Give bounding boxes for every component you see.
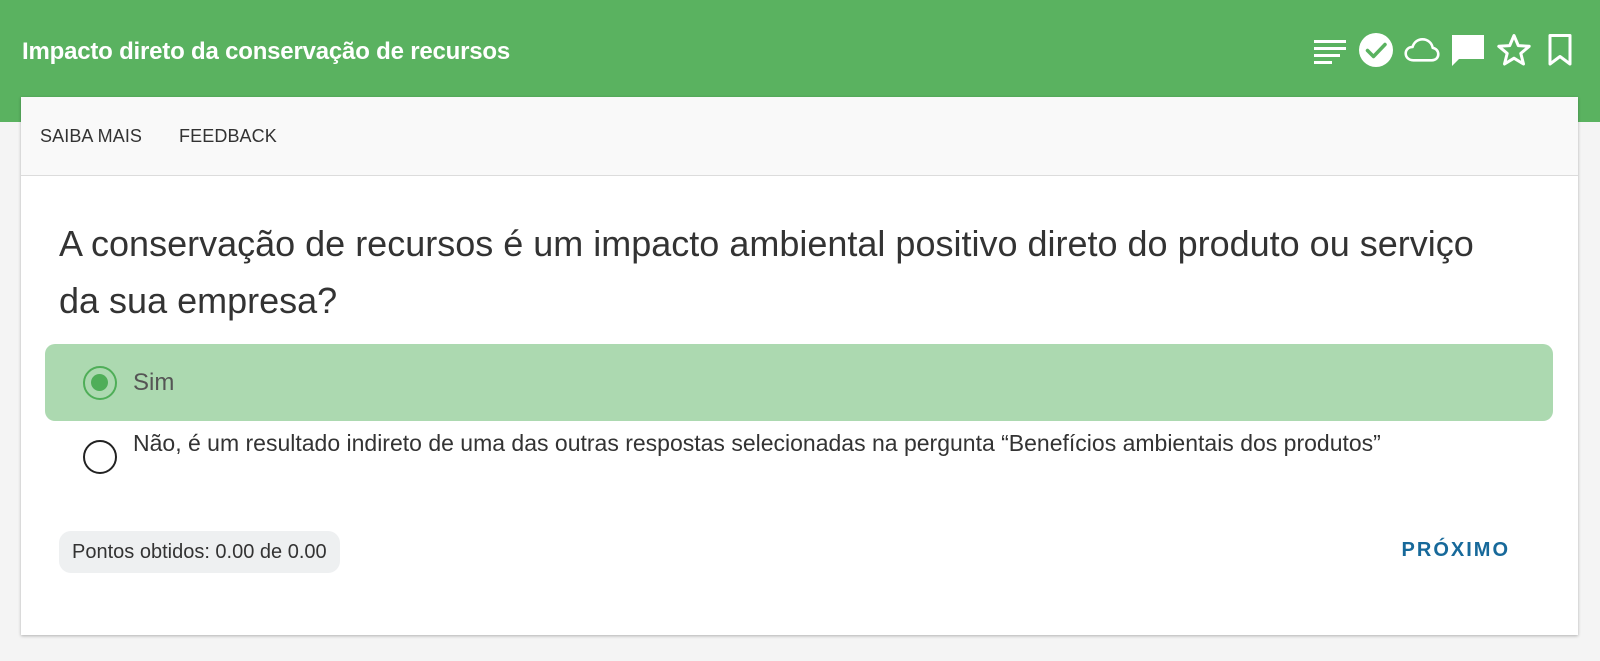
toolbar-icons [1302, 32, 1578, 68]
menu-lines-icon[interactable] [1312, 32, 1348, 68]
answer-label: Não, é um resultado indireto de uma das … [133, 430, 1381, 456]
answer-option-sim[interactable]: Sim [45, 344, 1553, 421]
tab-feedback[interactable]: FEEDBACK [179, 126, 277, 147]
question-card: SAIBA MAIS FEEDBACK A conservação de rec… [21, 97, 1578, 635]
comment-icon[interactable] [1450, 32, 1486, 68]
radio-unselected-icon[interactable] [83, 440, 117, 474]
question-text: A conservação de recursos é um impacto a… [59, 223, 1474, 321]
page-title: Impacto direto da conservação de recurso… [22, 38, 510, 65]
answer-option-nao[interactable]: Não, é um resultado indireto de uma das … [45, 428, 1553, 498]
tab-bar: SAIBA MAIS FEEDBACK [21, 97, 1578, 176]
radio-selected-icon[interactable] [83, 365, 117, 400]
bookmark-outline-icon[interactable] [1542, 32, 1578, 68]
tab-saiba-mais[interactable]: SAIBA MAIS [40, 126, 142, 147]
check-circle-icon[interactable] [1358, 32, 1394, 68]
points-badge: Pontos obtidos: 0.00 de 0.00 [59, 531, 340, 573]
cloud-icon[interactable] [1404, 32, 1440, 68]
answer-label: Sim [133, 368, 175, 396]
next-button[interactable]: PRÓXIMO [1402, 539, 1510, 562]
star-outline-icon[interactable] [1496, 32, 1532, 68]
